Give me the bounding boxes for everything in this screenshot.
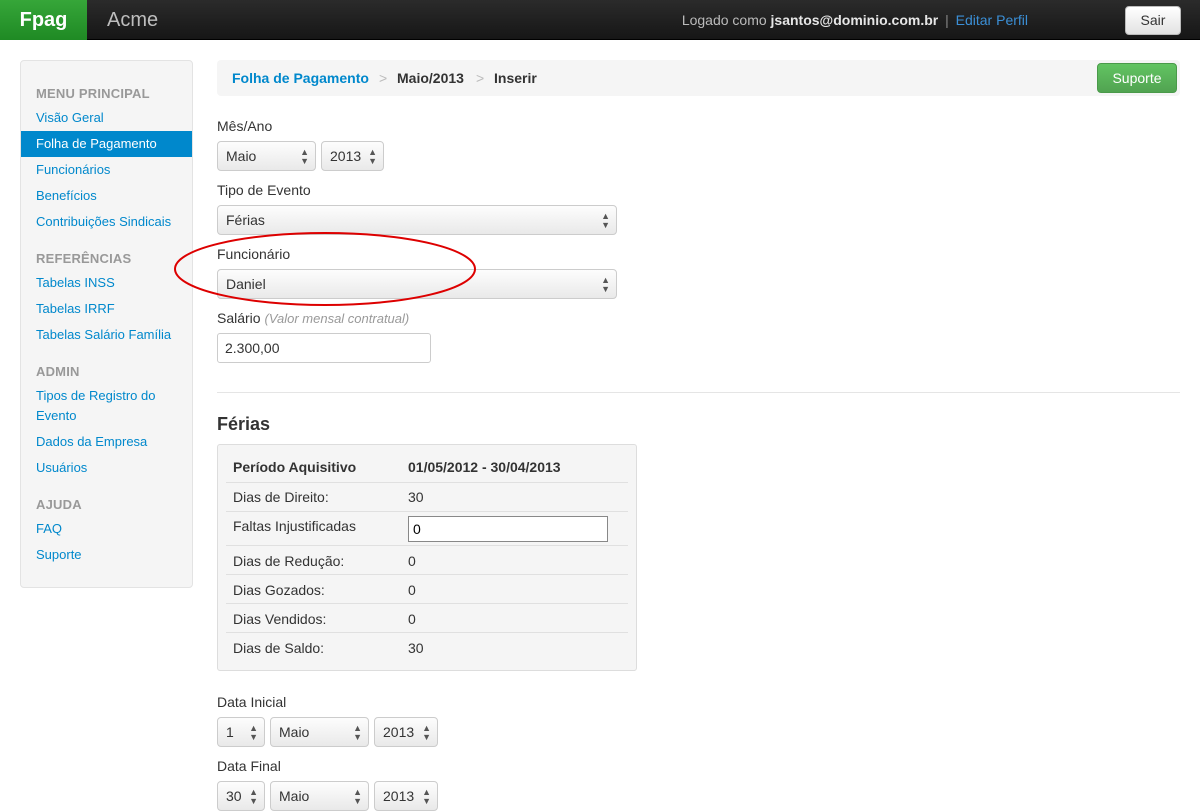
data-final-year-select[interactable]: 2013 ▲ ▼ (374, 781, 438, 811)
sidebar-item-tabelas-irrf[interactable]: Tabelas IRRF (36, 299, 115, 319)
select-arrows-icon: ▲ ▼ (353, 787, 362, 806)
periodo-label: Período Aquisitivo (233, 459, 357, 475)
funcionario-value: Daniel (226, 276, 266, 292)
sidebar-item-usuarios[interactable]: Usuários (36, 458, 87, 478)
data-final-year-value: 2013 (383, 788, 415, 804)
data-final-month-select[interactable]: Maio ▲ ▼ (270, 781, 369, 811)
brand-logo[interactable]: Fpag (0, 0, 87, 40)
select-arrows-icon: ▲ ▼ (422, 787, 431, 806)
salario-input[interactable]: 2.300,00 (217, 333, 431, 363)
ferias-row-dias-vendidos: Dias Vendidos: 0 (226, 604, 628, 633)
sidebar-item-tipos-de-registro-line2[interactable]: Evento (36, 406, 76, 426)
edit-profile-link[interactable]: Editar Perfil (956, 12, 1028, 28)
sidebar-item-tabelas-inss[interactable]: Tabelas INSS (36, 273, 115, 293)
user-separator: | (945, 12, 949, 28)
breadcrumb-maio-2013: Maio/2013 (397, 70, 464, 86)
dias-saldo-label: Dias de Saldo: (233, 640, 325, 656)
tipo-evento-value: Férias (226, 212, 265, 228)
periodo-value: 01/05/2012 - 30/04/2013 (408, 459, 561, 475)
funcionario-select[interactable]: Daniel ▲ ▼ (217, 269, 617, 299)
data-inicial-year-value: 2013 (383, 724, 415, 740)
sidebar-item-tipos-de-registro-line1[interactable]: Tipos de Registro do (36, 386, 155, 406)
select-arrows-icon: ▲ ▼ (601, 211, 610, 230)
sidebar-item-dados-da-empresa[interactable]: Dados da Empresa (36, 432, 147, 452)
tipo-evento-label: Tipo de Evento (217, 182, 311, 198)
data-inicial-day-value: 1 (226, 724, 234, 740)
sidebar-header-menu-principal: MENU PRINCIPAL (36, 86, 150, 101)
ferias-row-dias-reducao: Dias de Redução: 0 (226, 546, 628, 575)
month-select-value: Maio (226, 148, 257, 164)
data-final-day-value: 30 (226, 788, 242, 804)
year-select-value: 2013 (330, 148, 362, 164)
select-arrows-icon: ▲ ▼ (300, 147, 309, 166)
dias-saldo-value: 30 (408, 640, 424, 656)
sidebar-menu: MENU PRINCIPAL Visão Geral Folha de Paga… (20, 60, 193, 588)
user-email: jsantos@dominio.com.br (770, 12, 939, 28)
sidebar-header-ajuda: AJUDA (36, 497, 82, 512)
logged-as-text: Logado como (681, 12, 767, 28)
dias-direito-value: 30 (408, 489, 424, 505)
select-arrows-icon: ▲ ▼ (249, 787, 258, 806)
data-inicial-month-value: Maio (279, 724, 310, 740)
dias-reducao-value: 0 (408, 553, 416, 569)
salario-hint: (Valor mensal contratual) (264, 311, 410, 326)
ferias-row-faltas: Faltas Injustificadas 0 (226, 512, 628, 546)
data-inicial-month-select[interactable]: Maio ▲ ▼ (270, 717, 369, 747)
year-select[interactable]: 2013 ▲ ▼ (321, 141, 384, 171)
ferias-row-dias-direito: Dias de Direito: 30 (226, 483, 628, 512)
sidebar-item-suporte[interactable]: Suporte (36, 545, 82, 565)
sidebar-item-folha-de-pagamento[interactable]: Folha de Pagamento (21, 131, 192, 157)
salario-label-text: Salário (217, 310, 261, 326)
support-button[interactable]: Suporte (1097, 63, 1177, 93)
tipo-evento-select[interactable]: Férias ▲ ▼ (217, 205, 617, 235)
sidebar-item-funcionarios[interactable]: Funcionários (36, 160, 110, 180)
data-final-day-select[interactable]: 30 ▲ ▼ (217, 781, 265, 811)
company-name: Acme (107, 9, 159, 31)
sidebar-item-tabelas-salario-familia[interactable]: Tabelas Salário Família (36, 325, 171, 345)
select-arrows-icon: ▲ ▼ (368, 147, 377, 166)
dias-vendidos-label: Dias Vendidos: (233, 611, 327, 627)
mes-ano-label: Mês/Ano (217, 118, 273, 134)
data-final-month-value: Maio (279, 788, 310, 804)
data-inicial-day-select[interactable]: 1 ▲ ▼ (217, 717, 265, 747)
select-arrows-icon: ▲ ▼ (422, 723, 431, 742)
dias-gozados-value: 0 (408, 582, 416, 598)
top-navbar: Fpag Acme Logado como jsantos@dominio.co… (0, 0, 1200, 40)
select-arrows-icon: ▲ ▼ (601, 275, 610, 294)
sidebar-header-referencias: REFERÊNCIAS (36, 251, 132, 266)
breadcrumb-divider: > (379, 70, 388, 86)
dias-direito-label: Dias de Direito: (233, 489, 329, 505)
select-arrows-icon: ▲ ▼ (353, 723, 362, 742)
logout-button[interactable]: Sair (1125, 6, 1181, 35)
month-select[interactable]: Maio ▲ ▼ (217, 141, 316, 171)
salario-label: Salário (Valor mensal contratual) (217, 310, 409, 326)
breadcrumb-divider: > (476, 70, 485, 86)
faltas-input[interactable]: 0 (408, 516, 608, 542)
breadcrumb-folha-de-pagamento[interactable]: Folha de Pagamento (232, 60, 369, 96)
faltas-label: Faltas Injustificadas (233, 518, 356, 534)
ferias-row-periodo: Período Aquisitivo 01/05/2012 - 30/04/20… (226, 451, 628, 483)
sidebar-item-beneficios[interactable]: Benefícios (36, 186, 97, 206)
ferias-title: Férias (217, 414, 271, 434)
sidebar-item-contribuicoes-sindicais[interactable]: Contribuições Sindicais (36, 212, 171, 232)
dias-vendidos-value: 0 (408, 611, 416, 627)
sidebar-item-visao-geral[interactable]: Visão Geral (36, 108, 104, 128)
breadcrumb: Folha de Pagamento > Maio/2013 > Inserir (217, 60, 1180, 96)
dias-reducao-label: Dias de Redução: (233, 553, 345, 569)
ferias-panel: Período Aquisitivo 01/05/2012 - 30/04/20… (217, 444, 637, 671)
sidebar-item-faq[interactable]: FAQ (36, 519, 62, 539)
ferias-row-dias-gozados: Dias Gozados: 0 (226, 575, 628, 604)
sidebar-header-admin: ADMIN (36, 364, 80, 379)
ferias-row-dias-saldo: Dias de Saldo: 30 (226, 633, 628, 662)
data-final-label: Data Final (217, 758, 281, 774)
data-inicial-label: Data Inicial (217, 694, 287, 710)
dias-gozados-label: Dias Gozados: (233, 582, 325, 598)
breadcrumb-inserir: Inserir (494, 70, 537, 86)
select-arrows-icon: ▲ ▼ (249, 723, 258, 742)
user-info: Logado como jsantos@dominio.com.br | Edi… (682, 0, 1028, 40)
data-inicial-year-select[interactable]: 2013 ▲ ▼ (374, 717, 438, 747)
section-divider (217, 392, 1180, 393)
funcionario-label: Funcionário (217, 246, 291, 262)
